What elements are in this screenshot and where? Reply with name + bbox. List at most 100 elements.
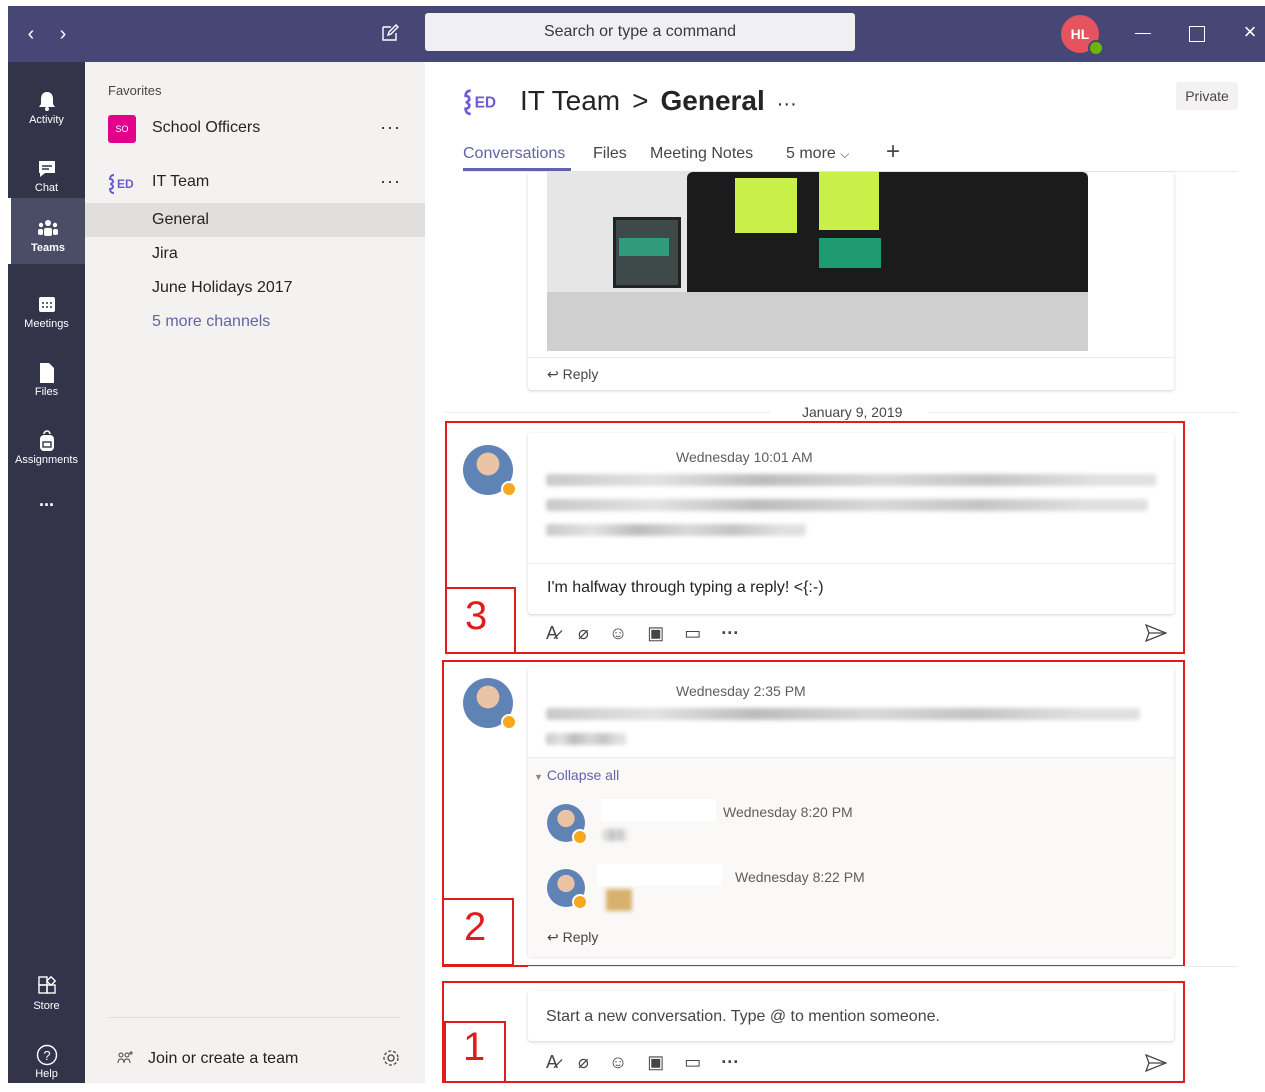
annotation-number-2: 2 <box>464 905 487 949</box>
tab-meeting-notes[interactable]: Meeting Notes <box>650 145 753 163</box>
join-create-team-button[interactable]: Join or create a team <box>148 1050 298 1068</box>
more-options-icon[interactable]: ··· <box>721 1052 739 1073</box>
app-teams[interactable]: Teams <box>8 198 85 264</box>
format-icon[interactable]: A̷ <box>546 623 558 644</box>
reply-arrow-icon: ↩ <box>547 929 559 945</box>
team-name-school-officers[interactable]: School Officers <box>152 119 260 137</box>
maximize-icon[interactable] <box>1189 26 1205 42</box>
team-name-it-team[interactable]: IT Team <box>152 173 209 191</box>
annotation-number-3: 3 <box>465 594 488 638</box>
new-conversation-input[interactable]: Start a new conversation. Type @ to ment… <box>546 1008 940 1026</box>
divider <box>108 1017 400 1018</box>
collapse-all-button[interactable]: ▼ Collapse all <box>534 767 619 783</box>
message-timestamp: Wednesday 2:35 PM <box>676 683 806 699</box>
app-label: Activity <box>29 114 64 126</box>
reply-draft-input[interactable]: I'm halfway through typing a reply! <{:-… <box>547 579 824 597</box>
divider <box>445 412 770 413</box>
redacted-name <box>601 799 716 821</box>
header-team-name[interactable]: IT Team <box>520 85 620 117</box>
app-bar: Activity Chat Teams Meetings Files Assig… <box>8 62 85 1083</box>
triangle-down-icon: ▼ <box>534 772 543 782</box>
compose-icon[interactable] <box>380 23 400 43</box>
app-assignments[interactable]: Assignments <box>8 412 85 478</box>
reply-arrow-icon: ↩ <box>547 366 559 382</box>
redacted-text <box>546 733 626 745</box>
app-files[interactable]: Files <box>8 344 85 410</box>
presence-available-icon <box>1088 40 1104 56</box>
it-team-logo-icon: ED <box>108 172 136 194</box>
sticker-icon[interactable]: ▣ <box>647 1052 664 1073</box>
attach-icon[interactable]: ⌀ <box>578 1052 589 1073</box>
tab-conversations[interactable]: Conversations <box>463 145 565 163</box>
chat-icon <box>38 161 55 177</box>
divider <box>528 357 1174 358</box>
app-chat[interactable]: Chat <box>8 140 85 206</box>
date-divider: January 9, 2019 <box>802 404 903 420</box>
redacted-text <box>546 524 806 536</box>
app-activity[interactable]: Activity <box>8 72 85 138</box>
presence-away-icon <box>572 894 588 910</box>
emoji-icon[interactable]: ☺ <box>609 1052 627 1073</box>
app-store[interactable]: Store <box>8 958 85 1024</box>
reply-timestamp: Wednesday 8:20 PM <box>723 804 853 820</box>
channel-team-logo-icon: ED <box>463 86 499 116</box>
calendar-icon <box>38 297 55 312</box>
channel-item-general[interactable]: General <box>152 211 209 229</box>
back-arrow-icon[interactable]: ‹ <box>18 6 44 62</box>
svg-text:ED: ED <box>117 177 134 191</box>
app-label: Store <box>33 1000 60 1012</box>
backpack-icon <box>39 430 54 451</box>
divider <box>528 563 1174 564</box>
tab-more[interactable]: 5 more ⌵ <box>786 145 849 163</box>
channel-more-options-icon[interactable]: ··· <box>777 93 797 116</box>
meet-now-icon[interactable]: ▭ <box>684 623 701 644</box>
emoji-icon[interactable]: ☺ <box>609 623 627 644</box>
presence-away-icon <box>572 829 588 845</box>
minimize-icon[interactable] <box>1135 33 1151 34</box>
send-icon[interactable] <box>1145 624 1167 642</box>
forward-arrow-icon[interactable]: › <box>50 6 76 62</box>
message-timestamp: Wednesday 10:01 AM <box>676 449 813 465</box>
close-icon[interactable]: × <box>1238 4 1262 60</box>
channel-item-jira[interactable]: Jira <box>152 245 178 263</box>
app-label: Assignments <box>15 454 78 466</box>
bell-icon <box>38 92 55 111</box>
add-tab-button[interactable]: + <box>886 138 900 166</box>
annotation-number-1: 1 <box>463 1025 486 1069</box>
help-icon: ? <box>36 1044 57 1066</box>
app-help[interactable]: ? Help <box>8 1026 85 1092</box>
store-icon <box>37 976 56 994</box>
format-icon[interactable]: A̷ <box>546 1052 558 1073</box>
reply-link[interactable]: ↩ Reply <box>547 929 598 946</box>
reply-timestamp: Wednesday 8:22 PM <box>735 869 865 885</box>
app-label: Chat <box>34 182 59 194</box>
redacted-text <box>546 708 1140 720</box>
redacted-text <box>546 499 1148 511</box>
app-meetings[interactable]: Meetings <box>8 276 85 342</box>
reply-label: Reply <box>562 929 599 945</box>
gear-icon[interactable] <box>381 1048 401 1068</box>
tab-files[interactable]: Files <box>593 145 627 163</box>
sticker-icon[interactable]: ▣ <box>647 623 664 644</box>
app-label: Meetings <box>24 318 69 330</box>
attach-icon[interactable]: ⌀ <box>578 623 589 644</box>
redacted-text <box>546 474 1156 486</box>
join-team-icon <box>116 1050 134 1068</box>
send-icon[interactable] <box>1145 1054 1167 1072</box>
reply-label: Reply <box>562 366 599 382</box>
team-more-options-icon[interactable]: ··· <box>380 117 401 138</box>
reply-link[interactable]: ↩ Reply <box>547 366 598 383</box>
redacted-name <box>597 864 722 886</box>
search-input[interactable]: Search or type a command <box>425 13 855 51</box>
channel-item-general-selected[interactable] <box>85 203 425 237</box>
more-apps-button[interactable]: ... <box>8 490 85 511</box>
app-label: Files <box>34 386 59 398</box>
team-more-options-icon[interactable]: ··· <box>380 171 401 192</box>
teams-icon <box>38 220 58 236</box>
presence-away-icon <box>501 714 517 730</box>
channel-item-june-holidays[interactable]: June Holidays 2017 <box>152 279 293 297</box>
more-channels-link[interactable]: 5 more channels <box>152 313 270 331</box>
attached-photo <box>547 172 1088 351</box>
more-options-icon[interactable]: ··· <box>721 623 739 644</box>
meet-now-icon[interactable]: ▭ <box>684 1052 701 1073</box>
